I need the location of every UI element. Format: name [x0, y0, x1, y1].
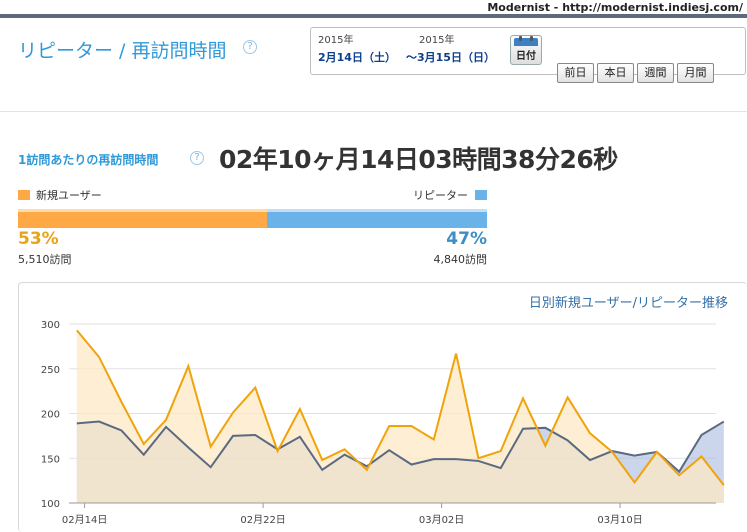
y-tick-label: 200 [41, 410, 60, 421]
x-tick-label: 03月02日 [419, 514, 464, 526]
daily-trend-chart: 100 150 200 250 300 02月14日 02月22日 03月02日 03月10日 [41, 320, 725, 526]
x-tick-label: 03月10日 [597, 514, 642, 526]
y-tick-label: 150 [41, 454, 60, 465]
y-tick-label: 250 [41, 365, 60, 376]
x-tick-label: 02月14日 [62, 514, 107, 526]
new-user-area [76, 330, 724, 503]
y-tick-label: 300 [41, 320, 60, 331]
y-tick-label: 100 [41, 499, 60, 510]
x-tick-label: 02月22日 [240, 514, 285, 526]
